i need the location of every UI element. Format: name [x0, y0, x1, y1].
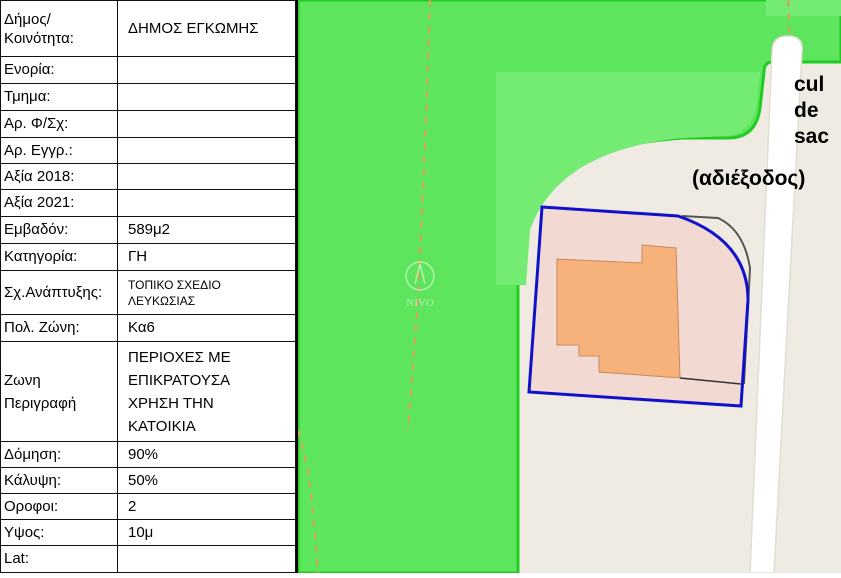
- row-value: [117, 163, 296, 190]
- row-key: Τμημα:: [0, 83, 118, 111]
- row-value: [117, 110, 296, 138]
- table-row: Αξία 2021:: [0, 189, 296, 217]
- row-key: Αξία 2018:: [0, 163, 118, 190]
- table-row: Δόμηση: 90%: [0, 441, 296, 468]
- road-label-line: de: [794, 99, 819, 122]
- table-row: Οροφοι: 2: [0, 493, 296, 520]
- row-value: 2: [117, 493, 296, 520]
- map-canvas[interactable]: NIVO: [296, 0, 841, 575]
- info-table: Δήμος/ Κοινότητα: ΔΗΜΟΣ ΕΓΚΩΜΗΣ Ενορία: …: [0, 0, 296, 573]
- row-value: 50%: [117, 467, 296, 494]
- table-row: Αρ. Φ/Σχ:: [0, 110, 296, 138]
- table-row: Τμημα:: [0, 83, 296, 111]
- road-label-translation: (αδιέξοδος): [692, 167, 806, 190]
- row-value: 589μ2: [117, 216, 296, 244]
- row-value: [117, 189, 296, 217]
- row-key: Σχ.Ανάπτυξης:: [0, 270, 118, 315]
- row-value: ΤΟΠΙΚΟ ΣΧΕΔΙΟ ΛΕΥΚΩΣΙΑΣ: [117, 270, 296, 315]
- watermark-text: NIVO: [406, 297, 434, 309]
- row-value: [117, 545, 296, 573]
- row-value: ΔΗΜΟΣ ΕΓΚΩΜΗΣ: [117, 0, 296, 57]
- green-strip: [766, 0, 841, 16]
- row-key: Πολ. Ζώνη:: [0, 314, 118, 342]
- row-value: ΠΕΡΙΟΧΕΣ ΜΕ ΕΠΙΚΡΑΤΟΥΣΑ ΧΡΗΣΗ ΤΗΝ ΚΑΤΟΙΚ…: [117, 341, 296, 442]
- table-row: Δήμος/ Κοινότητα: ΔΗΜΟΣ ΕΓΚΩΜΗΣ: [0, 0, 296, 57]
- road-label: cul de sac: [794, 72, 829, 150]
- table-row: Υψος: 10μ: [0, 519, 296, 546]
- table-row: Ενορία:: [0, 56, 296, 84]
- map-view[interactable]: NIVO cul de sac (αδιέξοδος): [296, 0, 841, 575]
- road-label-line: sac: [794, 125, 830, 148]
- row-value: 90%: [117, 441, 296, 468]
- row-key: Δόμηση:: [0, 441, 118, 468]
- row-value: [117, 83, 296, 111]
- row-key: Αρ. Εγγρ.:: [0, 137, 118, 164]
- row-key: Lat:: [0, 545, 118, 573]
- row-value: 10μ: [117, 519, 296, 546]
- table-row: Ζωνη Περιγραφή ΠΕΡΙΟΧΕΣ ΜΕ ΕΠΙΚΡΑΤΟΥΣΑ Χ…: [0, 341, 296, 442]
- row-value: [117, 56, 296, 84]
- row-key: Δήμος/ Κοινότητα:: [0, 0, 118, 57]
- table-row: Εμβαδόν: 589μ2: [0, 216, 296, 244]
- table-row: Κατηγορία: ΓΗ: [0, 243, 296, 271]
- table-row: Αξία 2018:: [0, 163, 296, 190]
- table-row: Αρ. Εγγρ.:: [0, 137, 296, 164]
- info-panel: Δήμος/ Κοινότητα: ΔΗΜΟΣ ΕΓΚΩΜΗΣ Ενορία: …: [0, 0, 298, 573]
- row-value: [117, 137, 296, 164]
- table-row: Πολ. Ζώνη: Κα6: [0, 314, 296, 342]
- row-key: Αρ. Φ/Σχ:: [0, 110, 118, 138]
- row-key: Κατηγορία:: [0, 243, 118, 271]
- road-label-line: cul: [794, 73, 825, 96]
- row-key: Εμβαδόν:: [0, 216, 118, 244]
- row-key: Αξία 2021:: [0, 189, 118, 217]
- row-key: Ενορία:: [0, 56, 118, 84]
- row-value: ΓΗ: [117, 243, 296, 271]
- row-value: Κα6: [117, 314, 296, 342]
- row-key: Κάλυψη:: [0, 467, 118, 494]
- row-key: Ζωνη Περιγραφή: [0, 341, 118, 442]
- row-key: Υψος:: [0, 519, 118, 546]
- table-row: Lat:: [0, 545, 296, 573]
- table-row: Κάλυψη: 50%: [0, 467, 296, 494]
- row-key: Οροφοι:: [0, 493, 118, 520]
- table-row: Σχ.Ανάπτυξης: ΤΟΠΙΚΟ ΣΧΕΔΙΟ ΛΕΥΚΩΣΙΑΣ: [0, 270, 296, 315]
